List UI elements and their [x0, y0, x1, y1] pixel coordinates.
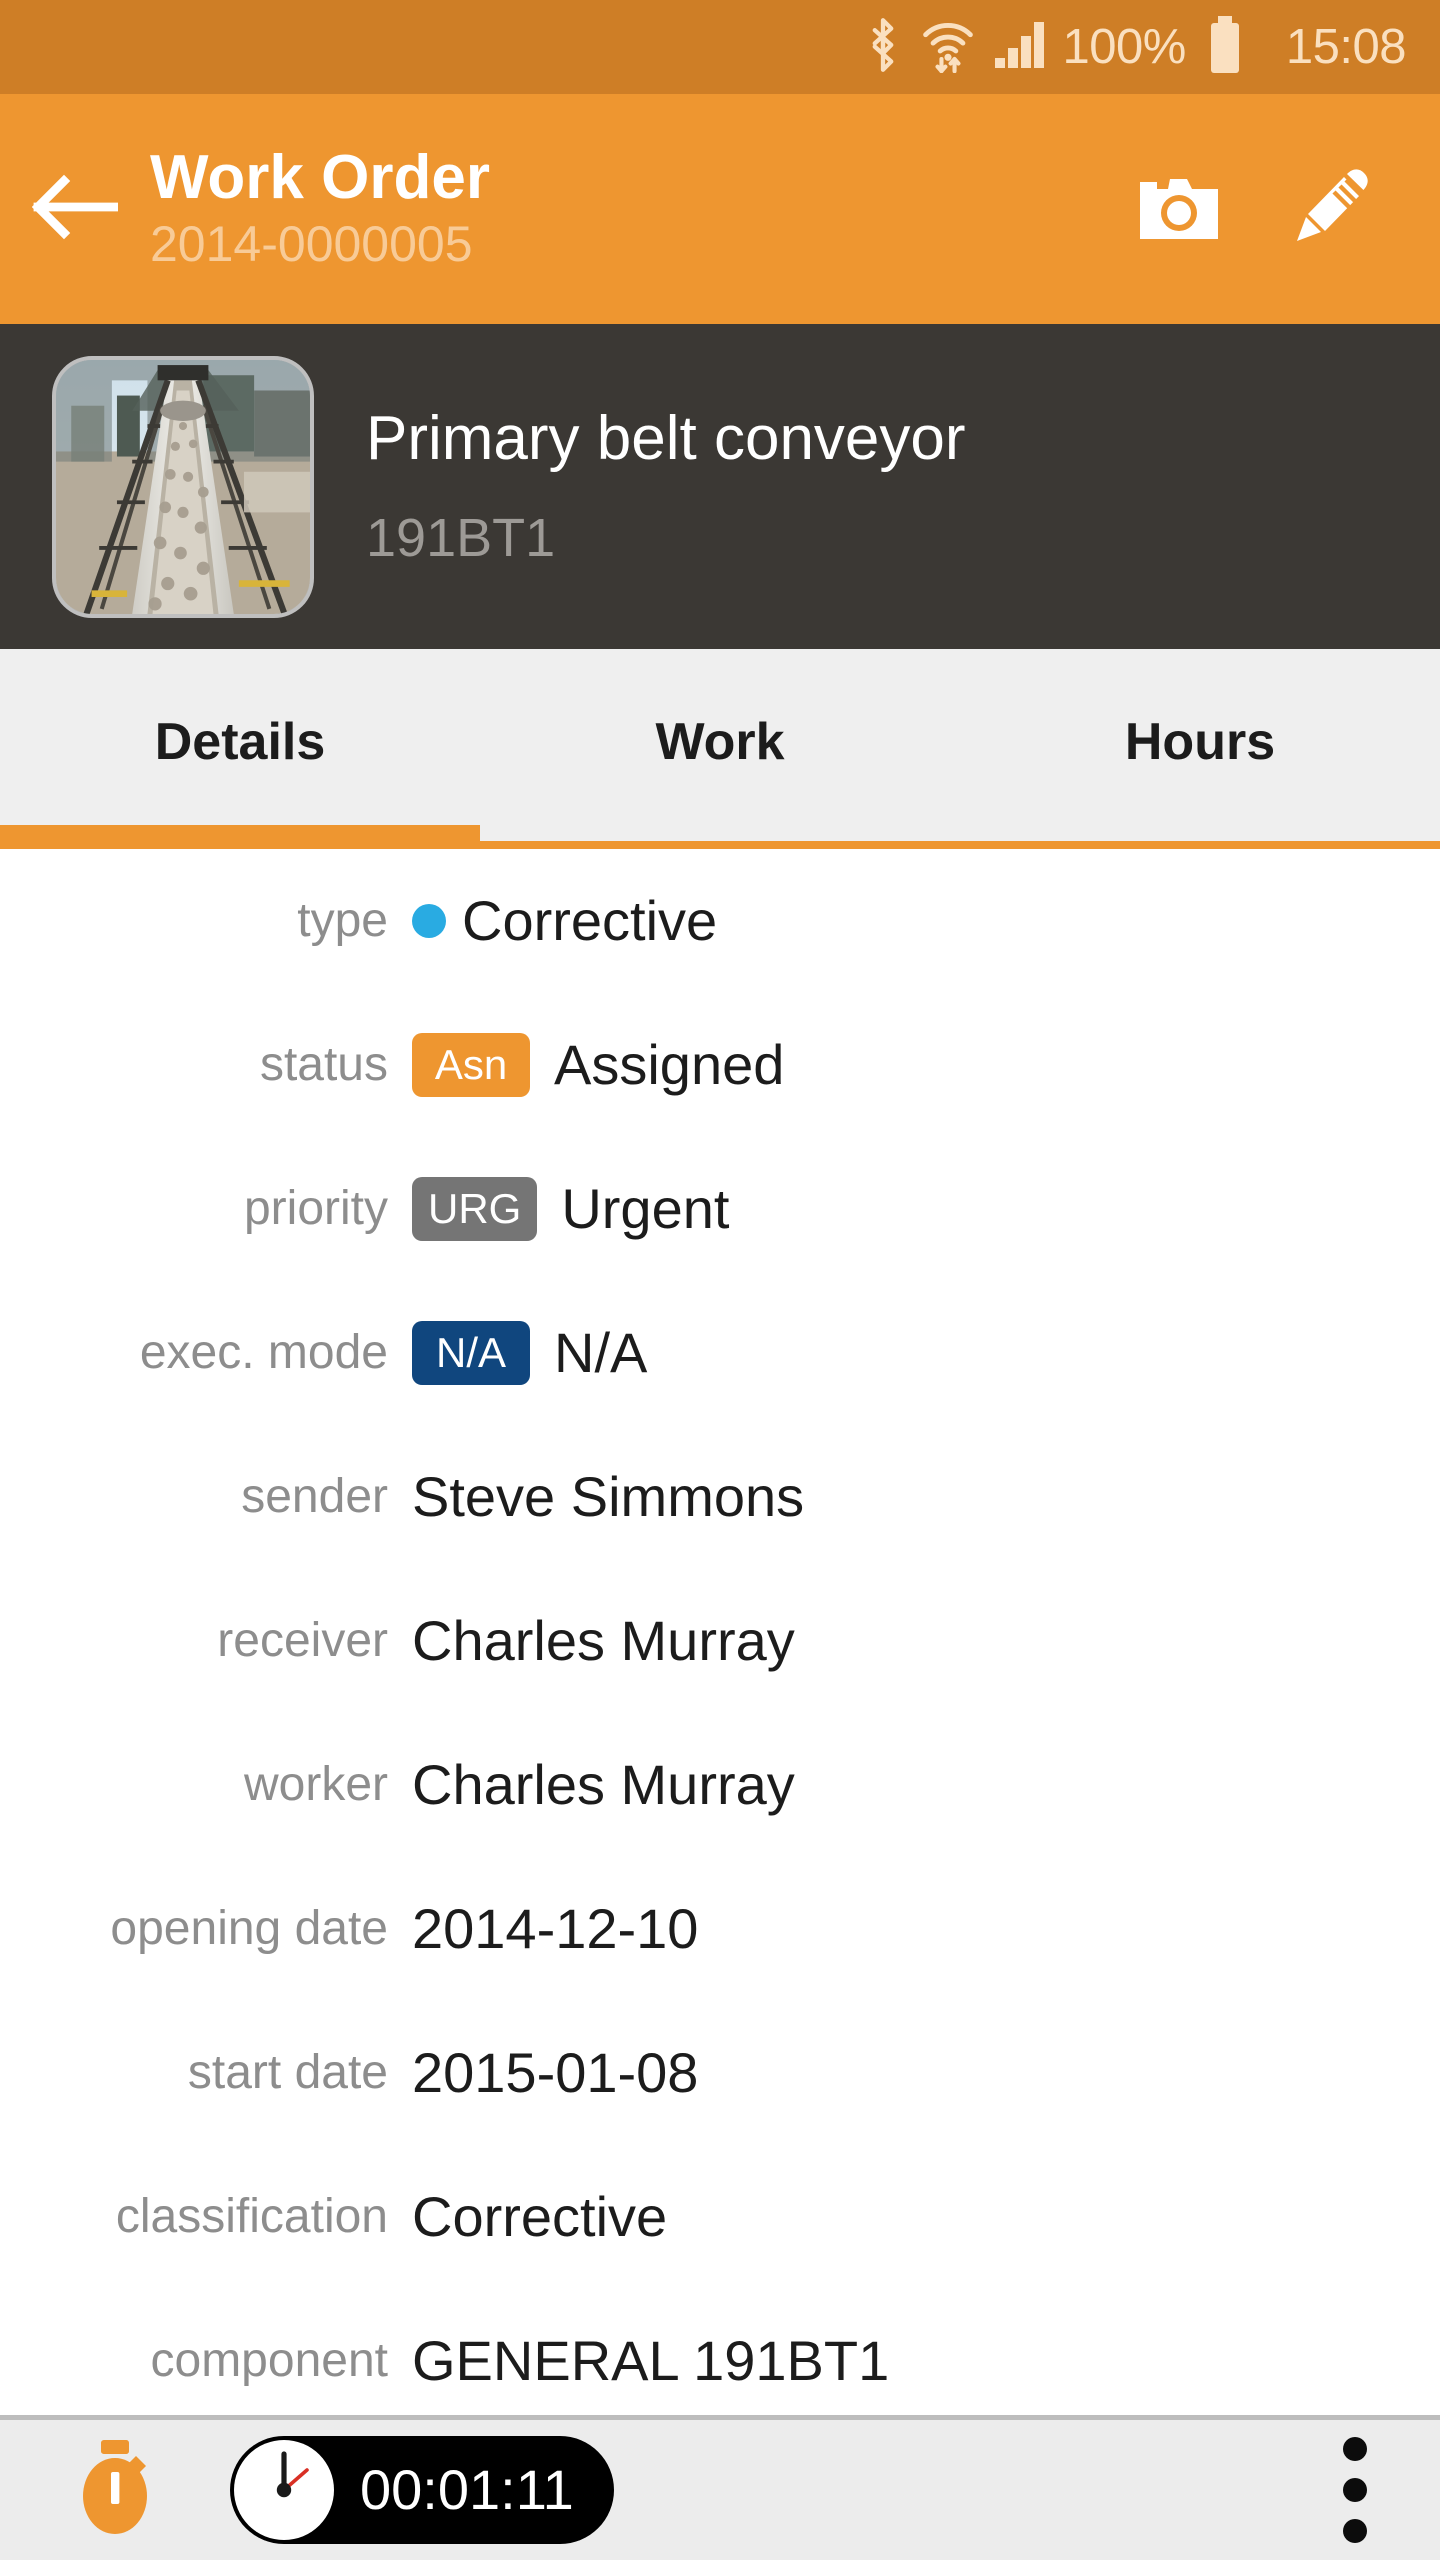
status-icons: 100% 15:08: [863, 15, 1407, 79]
work-order-screen: 100% 15:08 Work Order 2014-0000005 Prima…: [0, 0, 1440, 2560]
detail-row-value-wrap: Charles Murray: [412, 1757, 1440, 1813]
detail-row[interactable]: component GENERAL 191BT1: [0, 2289, 1440, 2415]
detail-row-value-wrap: Corrective: [412, 893, 1440, 949]
tab-details[interactable]: Details: [0, 649, 480, 849]
active-tab-indicator: [0, 825, 480, 849]
detail-row-value: 2015-01-08: [412, 2041, 699, 2104]
detail-row-label: priority: [243, 1182, 388, 1235]
tab-work[interactable]: Work: [480, 649, 960, 849]
timer-value: 00:01:11: [360, 2458, 574, 2521]
back-arrow-icon: [31, 174, 119, 245]
stopwatch-button[interactable]: [0, 2418, 230, 2560]
asset-name: Primary belt conveyor: [366, 403, 966, 473]
detail-row-label: exec. mode: [139, 1326, 388, 1379]
back-button[interactable]: [0, 94, 150, 324]
detail-row[interactable]: priority URG Urgent: [0, 1137, 1440, 1281]
details-list[interactable]: type Corrective status Asn Assigned priority U…: [0, 849, 1440, 2415]
battery-icon: [1206, 15, 1244, 79]
page-title: Work Order: [150, 143, 490, 213]
detail-row-value: Charles Murray: [412, 1753, 795, 1816]
detail-row-value-wrap: GENERAL 191BT1: [412, 2333, 1440, 2389]
detail-row-label: classification: [115, 2190, 388, 2243]
overflow-menu-button[interactable]: [1270, 2418, 1440, 2560]
detail-row-value: N/A: [554, 1321, 648, 1384]
detail-row-value-wrap: Steve Simmons: [412, 1469, 1440, 1525]
detail-row[interactable]: start date 2015-01-08: [0, 2001, 1440, 2145]
detail-row[interactable]: type Corrective: [0, 849, 1440, 993]
detail-row-label: opening date: [110, 1902, 388, 1955]
detail-row-value-wrap: N/A N/A: [412, 1321, 1440, 1385]
status-badge: N/A: [412, 1321, 530, 1385]
detail-row[interactable]: exec. mode N/A N/A: [0, 1281, 1440, 1425]
type-dot-icon: [412, 904, 446, 938]
conveyor-photo-thumbnail[interactable]: [52, 355, 314, 618]
wifi-icon: [921, 17, 975, 78]
detail-row-value: Urgent: [561, 1177, 730, 1240]
detail-row-value-wrap: 2014-12-10: [412, 1901, 1440, 1957]
detail-row-value-wrap: Charles Murray: [412, 1613, 1440, 1669]
overflow-menu-icon: [1343, 2437, 1367, 2461]
status-badge: Asn: [412, 1033, 530, 1097]
detail-row-label: component: [150, 2334, 389, 2387]
detail-row[interactable]: status Asn Assigned: [0, 993, 1440, 1137]
tab-hours[interactable]: Hours: [960, 649, 1440, 849]
bottom-bar: 00:01:11: [0, 2415, 1440, 2560]
stopwatch-icon: [73, 2438, 157, 2543]
edit-pencil-icon: [1287, 163, 1375, 256]
app-bar: Work Order 2014-0000005: [0, 94, 1440, 324]
detail-row-value: GENERAL 191BT1: [412, 2329, 890, 2392]
detail-row[interactable]: receiver Charles Murray: [0, 1569, 1440, 1713]
detail-row[interactable]: opening date 2014-12-10: [0, 1857, 1440, 2001]
asset-code: 191BT1: [366, 507, 556, 568]
status-clock: 15:08: [1285, 19, 1407, 74]
bluetooth-icon: [863, 17, 903, 78]
detail-row-value: Assigned: [554, 1033, 785, 1096]
camera-button[interactable]: [1136, 166, 1222, 252]
clock-face-icon: [230, 2436, 338, 2544]
overflow-menu-icon-dot2: [1343, 2478, 1367, 2502]
asset-header[interactable]: Primary belt conveyor 191BT1: [0, 324, 1440, 649]
timer-chip[interactable]: 00:01:11: [230, 2436, 614, 2544]
detail-row-value: 2014-12-10: [412, 1897, 699, 1960]
detail-row[interactable]: sender Steve Simmons: [0, 1425, 1440, 1569]
camera-icon: [1136, 171, 1222, 248]
detail-row-value: Corrective: [462, 889, 718, 952]
detail-row-value-wrap: 2015-01-08: [412, 2045, 1440, 2101]
detail-row-label: sender: [241, 1470, 388, 1523]
detail-row-label: start date: [187, 2046, 388, 2099]
overflow-menu-icon-dot3: [1343, 2519, 1367, 2543]
detail-row-value-wrap: Corrective: [412, 2189, 1440, 2245]
detail-row[interactable]: worker Charles Murray: [0, 1713, 1440, 1857]
detail-row-value: Corrective: [412, 2185, 668, 2248]
detail-row-value-wrap: Asn Assigned: [412, 1033, 1440, 1097]
detail-row-label: receiver: [217, 1614, 388, 1667]
work-order-number: 2014-0000005: [150, 215, 473, 272]
detail-row-label: type: [297, 894, 388, 947]
detail-row-value: Charles Murray: [412, 1609, 795, 1672]
tab-bar: Details Work Hours: [0, 649, 1440, 849]
status-badge: URG: [412, 1177, 538, 1241]
asset-text: Primary belt conveyor 191BT1: [366, 403, 966, 569]
detail-row[interactable]: classification Corrective: [0, 2145, 1440, 2289]
app-bar-actions: [1136, 166, 1440, 252]
detail-row-label: status: [259, 1038, 388, 1091]
battery-percent: 100%: [1062, 19, 1187, 74]
detail-row-value-wrap: URG Urgent: [412, 1177, 1440, 1241]
detail-row-label: worker: [243, 1758, 388, 1811]
detail-row-value: Steve Simmons: [412, 1465, 805, 1528]
app-bar-titles: Work Order 2014-0000005: [150, 146, 1136, 271]
status-bar: 100% 15:08: [0, 0, 1440, 94]
edit-button[interactable]: [1288, 166, 1374, 252]
cellular-signal-icon: [993, 20, 1045, 75]
